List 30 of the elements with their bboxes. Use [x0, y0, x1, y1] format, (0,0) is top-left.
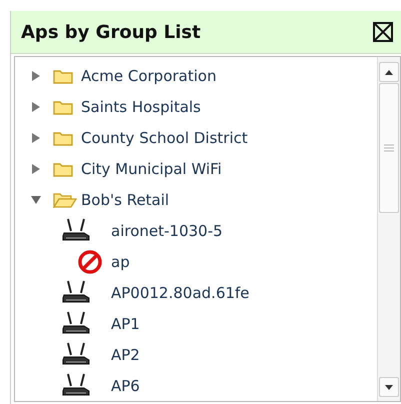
access-point-label[interactable]: AP6 [111, 376, 140, 396]
access-point-label[interactable]: AP0012.80ad.61fe [111, 282, 250, 302]
folder-icon [53, 160, 73, 176]
caret-up-icon [385, 70, 393, 74]
scrollbar-thumb[interactable] [379, 83, 399, 213]
folder-icon [53, 130, 73, 146]
group-label[interactable]: Saints Hospitals [81, 96, 201, 116]
collapse-arrow-icon[interactable] [31, 194, 41, 204]
scroll-up-button[interactable] [379, 62, 399, 82]
access-point-label[interactable]: AP2 [111, 344, 140, 364]
group-label[interactable]: Acme Corporation [81, 66, 216, 86]
expand-arrow-icon[interactable] [31, 164, 41, 174]
prohibited-icon [77, 248, 103, 274]
folder-icon [53, 68, 73, 84]
expand-arrow-icon[interactable] [31, 70, 41, 80]
expand-arrow-icon[interactable] [31, 102, 41, 112]
access-point-label[interactable]: ap [111, 252, 130, 272]
folder-icon [53, 98, 73, 114]
open-folder-icon [53, 192, 77, 208]
caret-down-icon [385, 384, 393, 390]
panel-title: Aps by Group List [21, 22, 201, 42]
access-point-label[interactable]: AP1 [111, 314, 140, 334]
scroll-down-button[interactable] [379, 377, 399, 397]
group-label[interactable]: City Municipal WiFi [81, 158, 222, 178]
group-label[interactable]: Bob's Retail [81, 190, 170, 210]
group-label[interactable]: County School District [81, 128, 248, 148]
access-point-label[interactable]: aironet-1030-5 [111, 220, 223, 240]
expand-arrow-icon[interactable] [31, 132, 41, 142]
close-button[interactable] [373, 22, 393, 42]
scrollbar[interactable] [377, 57, 400, 401]
